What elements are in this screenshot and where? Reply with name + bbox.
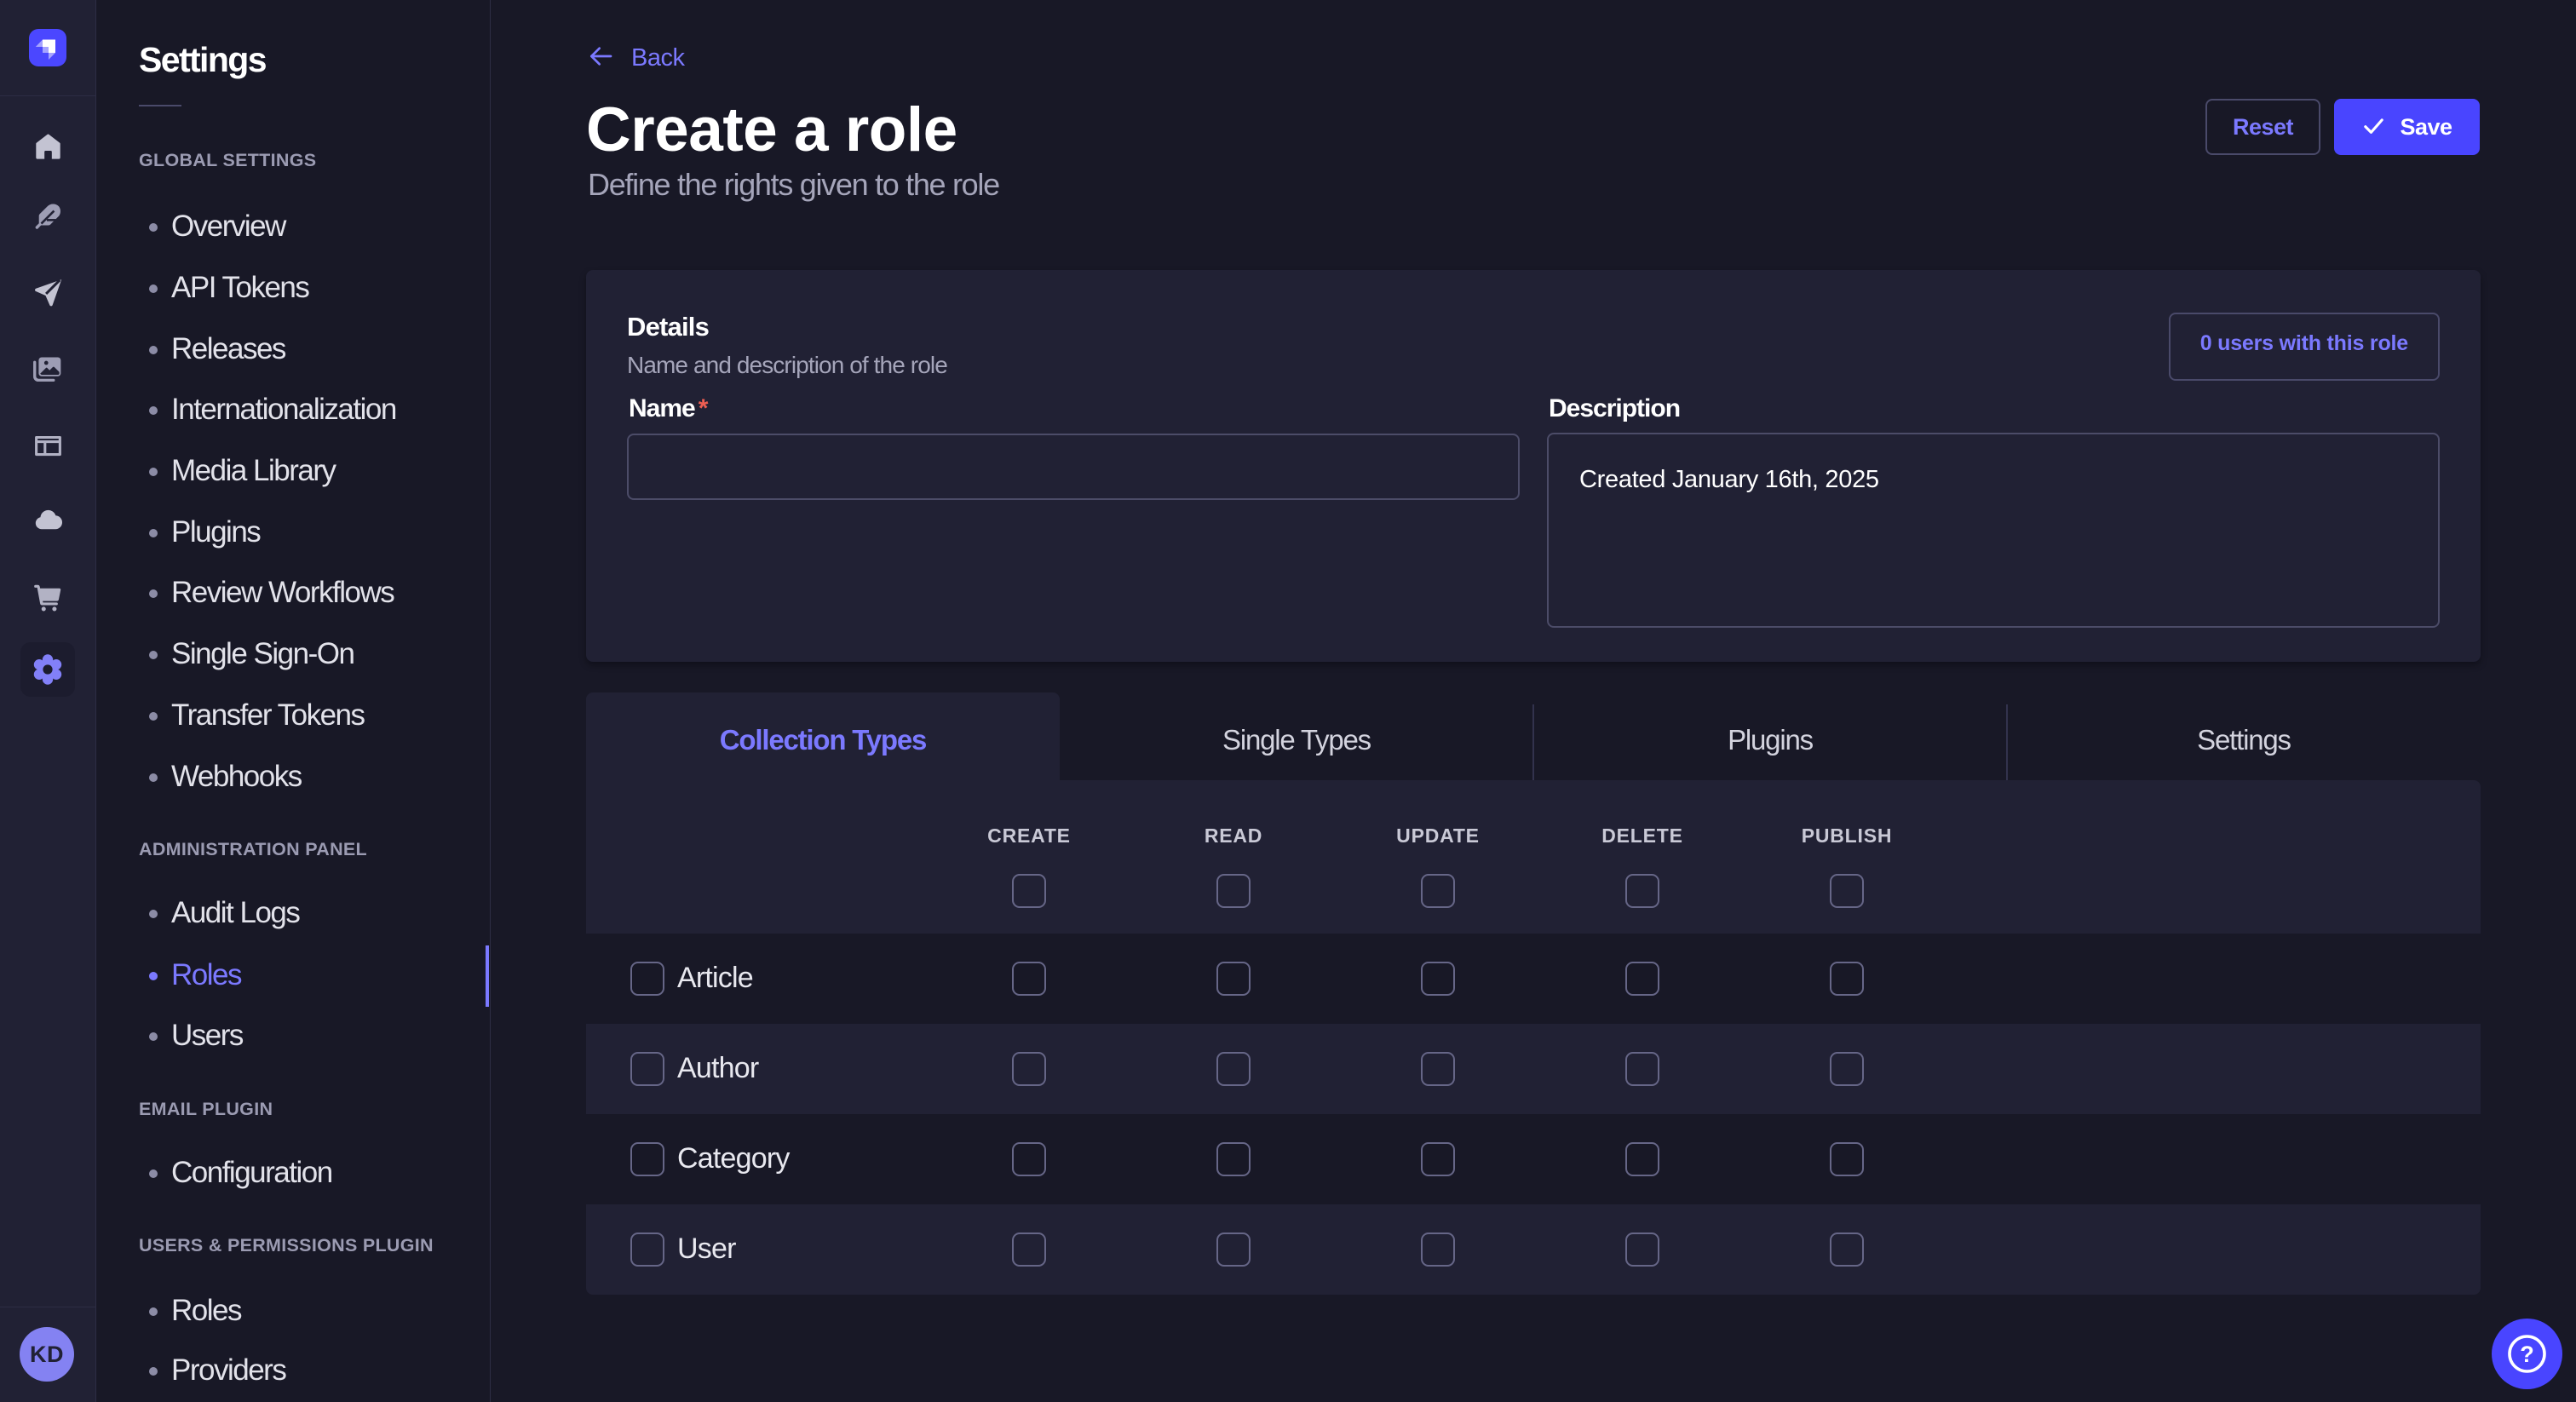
svg-text:?: ?: [2520, 1342, 2534, 1367]
